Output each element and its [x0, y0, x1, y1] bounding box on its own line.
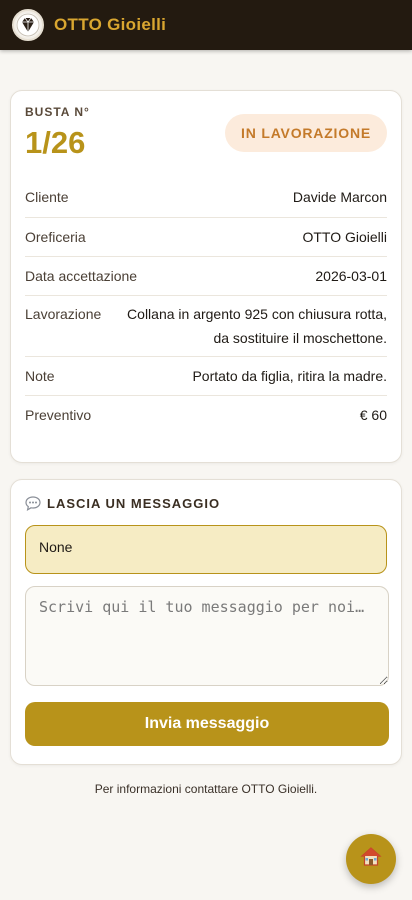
detail-row-lavorazione: Lavorazione Collana in argento 925 con c…: [25, 295, 387, 356]
ticket-details: Cliente Davide Marcon Oreficeria OTTO Gi…: [25, 179, 387, 434]
detail-key: Data accettazione: [25, 268, 138, 284]
detail-key: Preventivo: [25, 407, 92, 423]
existing-message: None: [25, 525, 387, 574]
detail-key: Cliente: [25, 189, 69, 205]
detail-key: Lavorazione: [25, 306, 102, 322]
detail-value: Davide Marcon: [292, 189, 387, 205]
ticket-card: BUSTA N° 1/26 IN LAVORAZIONE Cliente Dav…: [10, 90, 402, 463]
speech-bubble-icon: [25, 496, 41, 511]
send-message-button[interactable]: Invia messaggio: [25, 702, 389, 746]
detail-value: OTTO Gioielli: [302, 229, 387, 245]
message-card: LASCIA UN MESSAGGIO None Invia messaggio: [10, 479, 402, 765]
top-bar: OTTO Gioielli: [0, 0, 412, 50]
diamond-logo-icon[interactable]: [12, 9, 44, 41]
detail-value: Portato da figlia, ritira la madre.: [192, 368, 387, 384]
detail-value: 2026-03-01: [315, 268, 387, 284]
detail-key: Oreficeria: [25, 229, 86, 245]
message-section-title: LASCIA UN MESSAGGIO: [25, 496, 387, 511]
detail-row-data-accettazione: Data accettazione 2026-03-01: [25, 256, 387, 295]
detail-row-oreficeria: Oreficeria OTTO Gioielli: [25, 217, 387, 256]
detail-row-preventivo: Preventivo € 60: [25, 395, 387, 434]
status-badge: IN LAVORAZIONE: [225, 114, 387, 152]
detail-value: € 60: [359, 407, 387, 423]
home-button[interactable]: [346, 834, 396, 884]
detail-key: Note: [25, 368, 55, 384]
message-input[interactable]: [25, 586, 389, 686]
home-icon: [360, 846, 382, 873]
detail-row-cliente: Cliente Davide Marcon: [25, 179, 387, 217]
footer-info: Per informazioni contattare OTTO Gioiell…: [94, 782, 318, 796]
brand-title[interactable]: OTTO Gioielli: [54, 15, 166, 35]
detail-value: Collana in argento 925 con chiusura rott…: [127, 306, 387, 346]
detail-row-note: Note Portato da figlia, ritira la madre.: [25, 356, 387, 395]
message-title-text: LASCIA UN MESSAGGIO: [47, 496, 221, 511]
